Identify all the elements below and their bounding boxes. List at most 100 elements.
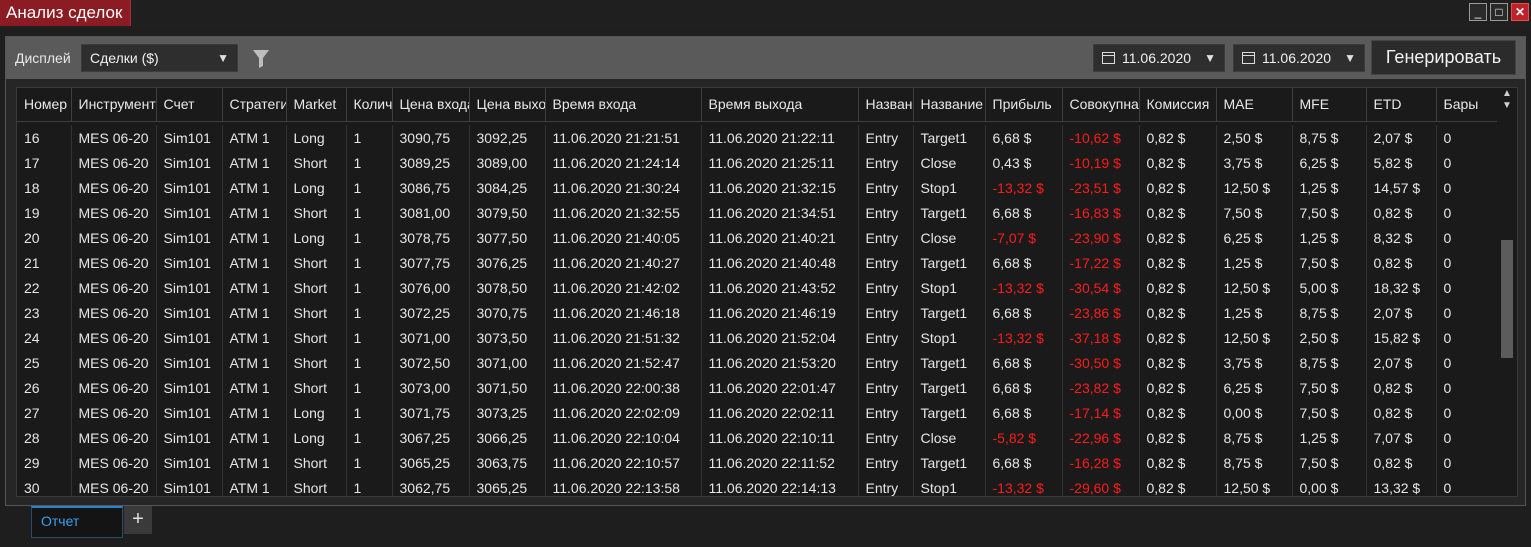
column-header[interactable]: Прибыль (985, 88, 1063, 122)
add-tab-button[interactable]: + (124, 506, 152, 534)
table-cell: Sim101 (156, 450, 223, 475)
scroll-down-arrow-icon[interactable]: ▼ (1497, 100, 1517, 112)
column-header[interactable]: ETD (1366, 88, 1437, 122)
column-header[interactable]: Комиссия (1139, 88, 1217, 122)
table-row[interactable]: 25 MES 06-20 Sim101 ATM 1 Short 1 3072,50 3071,… (17, 350, 1504, 375)
maximize-button[interactable]: □ (1490, 3, 1508, 21)
column-header[interactable]: Количество (346, 88, 393, 122)
table-cell: 1 (346, 250, 393, 275)
vertical-scrollbar[interactable]: ▲ ▼ (1497, 88, 1517, 496)
table-cell: 3089,25 (392, 150, 470, 175)
table-cell: MES 06-20 (71, 150, 157, 175)
table-row[interactable]: 24 MES 06-20 Sim101 ATM 1 Short 1 3071,00 3073,… (17, 325, 1504, 350)
table-cell: 3071,00 (469, 350, 546, 375)
table-cell: 27 (17, 400, 72, 425)
table-cell: 0,82 $ (1139, 425, 1217, 450)
table-row[interactable]: 27 MES 06-20 Sim101 ATM 1 Long 1 3071,75 3073,2… (17, 400, 1504, 425)
chevron-down-icon: ▼ (1344, 51, 1356, 65)
table-cell: ATM 1 (222, 175, 287, 200)
table-row[interactable]: 19 MES 06-20 Sim101 ATM 1 Short 1 3081,00 3079,… (17, 200, 1504, 225)
table-cell: 2,50 $ (1292, 325, 1367, 350)
table-cell: 8,32 $ (1366, 225, 1437, 250)
table-cell: 3072,25 (392, 300, 470, 325)
table-cell: Short (286, 200, 347, 225)
table-cell: ATM 1 (222, 225, 287, 250)
column-header[interactable]: Цена входа (392, 88, 470, 122)
table-cell: ATM 1 (222, 150, 287, 175)
table-cell: 15,82 $ (1366, 325, 1437, 350)
column-header[interactable]: Название (858, 88, 914, 122)
table-row[interactable]: 28 MES 06-20 Sim101 ATM 1 Long 1 3067,25 3066,2… (17, 425, 1504, 450)
table-cell: -30,50 $ (1062, 350, 1140, 375)
table-row[interactable]: 18 MES 06-20 Sim101 ATM 1 Long 1 3086,75 3084,2… (17, 175, 1504, 200)
table-cell: 3077,50 (469, 225, 546, 250)
table-row[interactable]: 20 MES 06-20 Sim101 ATM 1 Long 1 3078,75 3077,5… (17, 225, 1504, 250)
table-row[interactable]: 23 MES 06-20 Sim101 ATM 1 Short 1 3072,25 3070,… (17, 300, 1504, 325)
close-button[interactable]: ✕ (1511, 3, 1529, 21)
table-row[interactable]: 30 MES 06-20 Sim101 ATM 1 Short 1 3062,75 3065,… (17, 475, 1504, 496)
table-row[interactable]: 21 MES 06-20 Sim101 ATM 1 Short 1 3077,75 3076,… (17, 250, 1504, 275)
table-cell: -10,62 $ (1062, 125, 1140, 150)
scroll-up-arrow-icon[interactable]: ▲ (1497, 88, 1517, 100)
table-cell: 12,50 $ (1216, 175, 1293, 200)
table-row[interactable]: 17 MES 06-20 Sim101 ATM 1 Short 1 3089,25 3089,… (17, 150, 1504, 175)
table-row[interactable]: 16 MES 06-20 Sim101 ATM 1 Long 1 3090,75 3092,2… (17, 125, 1504, 150)
table-cell: 3073,25 (469, 400, 546, 425)
table-cell: Long (286, 175, 347, 200)
table-cell: ATM 1 (222, 375, 287, 400)
table-row[interactable]: 29 MES 06-20 Sim101 ATM 1 Short 1 3065,25 3063,… (17, 450, 1504, 475)
table-cell: 1,25 $ (1216, 300, 1293, 325)
date-from-picker[interactable]: 11.06.2020 ▼ (1093, 44, 1225, 72)
table-cell: Target1 (913, 400, 986, 425)
table-cell: Stop1 (913, 275, 986, 300)
table-row[interactable]: 26 MES 06-20 Sim101 ATM 1 Short 1 3073,00 3071,… (17, 375, 1504, 400)
column-header[interactable]: Счет (156, 88, 223, 122)
table-cell: MES 06-20 (71, 300, 157, 325)
column-header[interactable]: MFE (1292, 88, 1367, 122)
table-cell: Entry (858, 275, 914, 300)
table-cell: 6,68 $ (985, 300, 1063, 325)
column-header[interactable]: Market (286, 88, 347, 122)
table-cell: 3070,75 (469, 300, 546, 325)
table-cell: 6,68 $ (985, 450, 1063, 475)
date-to-picker[interactable]: 11.06.2020 ▼ (1233, 44, 1365, 72)
column-header[interactable]: Бары (1436, 88, 1504, 122)
column-header[interactable]: Совокупная (1062, 88, 1140, 122)
window-controls: _ □ ✕ (1469, 3, 1529, 21)
scrollbar-thumb[interactable] (1501, 240, 1513, 358)
table-cell: 11.06.2020 21:46:19 (701, 300, 859, 325)
table-cell: Short (286, 325, 347, 350)
column-header[interactable]: Номер (17, 88, 72, 122)
table-cell: Entry (858, 125, 914, 150)
column-header[interactable]: Название (913, 88, 986, 122)
table-cell: Short (286, 250, 347, 275)
table-cell: 22 (17, 275, 72, 300)
table-cell: 0,00 $ (1292, 475, 1367, 496)
filter-icon[interactable] (252, 49, 270, 69)
column-header[interactable]: MAE (1216, 88, 1293, 122)
table-cell: 3073,00 (392, 375, 470, 400)
table-cell: 11.06.2020 21:53:20 (701, 350, 859, 375)
table-cell: 0 (1436, 225, 1504, 250)
column-header[interactable]: Время входа (545, 88, 702, 122)
column-header[interactable]: Время выхода (701, 88, 859, 122)
column-header[interactable]: Инструмент (71, 88, 157, 122)
table-cell: 0 (1436, 275, 1504, 300)
table-cell: 14,57 $ (1366, 175, 1437, 200)
table-cell: 3077,75 (392, 250, 470, 275)
table-cell: MES 06-20 (71, 450, 157, 475)
table-cell: 0 (1436, 125, 1504, 150)
generate-button[interactable]: Генерировать (1371, 40, 1516, 75)
table-cell: 1 (346, 300, 393, 325)
display-select[interactable]: Сделки ($) ▼ (81, 44, 238, 72)
table-cell: Close (913, 150, 986, 175)
table-cell: 1,25 $ (1292, 175, 1367, 200)
table-cell: 3090,75 (392, 125, 470, 150)
column-header[interactable]: Стратегия (222, 88, 287, 122)
table-row[interactable]: 22 MES 06-20 Sim101 ATM 1 Short 1 3076,00 3078,… (17, 275, 1504, 300)
tab-report[interactable]: Отчет (31, 506, 123, 538)
table-cell: 6,68 $ (985, 350, 1063, 375)
column-header[interactable]: Цена выхода (469, 88, 546, 122)
table-cell: 3062,75 (392, 475, 470, 496)
minimize-button[interactable]: _ (1469, 3, 1487, 21)
